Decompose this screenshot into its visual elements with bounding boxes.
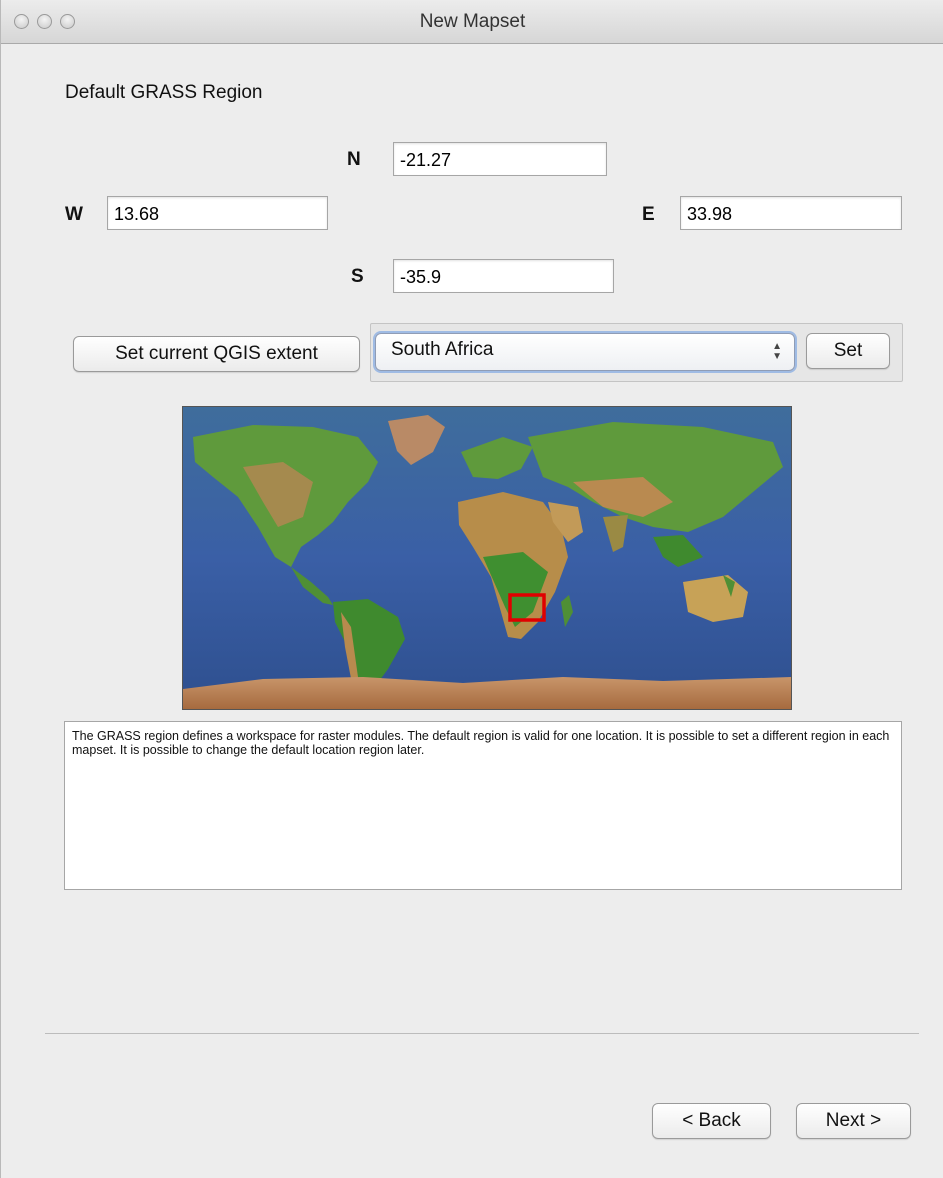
- window-title: New Mapset: [419, 11, 526, 32]
- set-country-button[interactable]: Set: [806, 333, 890, 369]
- chevron-up-down-icon: ▲ ▼: [772, 341, 782, 362]
- country-select-value: South Africa: [391, 339, 494, 360]
- separator: [45, 1033, 919, 1034]
- north-label: N: [347, 149, 361, 170]
- world-map[interactable]: [182, 406, 792, 710]
- back-button[interactable]: < Back: [652, 1103, 771, 1139]
- south-label: S: [351, 266, 364, 287]
- set-current-qgis-extent-button[interactable]: Set current QGIS extent: [73, 336, 360, 372]
- east-input[interactable]: [680, 196, 902, 230]
- west-input[interactable]: [107, 196, 328, 230]
- title-bar[interactable]: New Mapset: [1, 0, 943, 44]
- region-info-text: The GRASS region defines a workspace for…: [64, 721, 902, 890]
- west-label: W: [65, 204, 83, 225]
- region-heading: Default GRASS Region: [65, 82, 263, 103]
- next-button[interactable]: Next >: [796, 1103, 911, 1139]
- world-map-image: [183, 407, 791, 709]
- east-label: E: [642, 204, 655, 225]
- south-input[interactable]: [393, 259, 614, 293]
- new-mapset-window: New Mapset Default GRASS Region N W E S …: [0, 0, 943, 1178]
- north-input[interactable]: [393, 142, 607, 176]
- country-select[interactable]: South Africa ▲ ▼: [375, 333, 795, 371]
